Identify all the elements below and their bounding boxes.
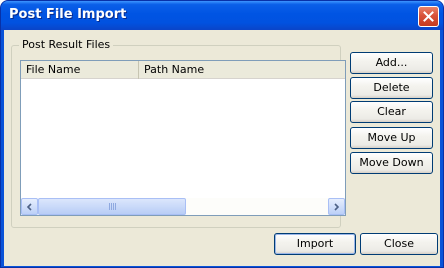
clear-button[interactable]: Clear — [350, 101, 433, 123]
chevron-right-icon — [334, 202, 340, 211]
window-title: Post File Import — [9, 7, 127, 22]
column-header-path-name[interactable]: Path Name — [139, 61, 345, 79]
scroll-thumb[interactable] — [38, 198, 186, 215]
dialog-window: Post File Import Post Result Files File … — [0, 0, 444, 268]
move-down-button[interactable]: Move Down — [350, 152, 433, 174]
column-header-file-name[interactable]: File Name — [21, 61, 139, 79]
delete-button[interactable]: Delete — [350, 77, 433, 99]
window-close-button[interactable] — [418, 6, 439, 27]
dialog-body: Post Result Files File Name Path Name Ad… — [4, 30, 440, 266]
scroll-left-button[interactable] — [21, 198, 38, 215]
import-button[interactable]: Import — [274, 233, 356, 255]
horizontal-scrollbar[interactable] — [21, 198, 345, 215]
move-up-button[interactable]: Move Up — [350, 127, 433, 149]
list-header: File Name Path Name — [21, 61, 345, 79]
scroll-right-button[interactable] — [328, 198, 345, 215]
chevron-left-icon — [26, 202, 32, 211]
title-bar[interactable]: Post File Import — [1, 1, 443, 30]
close-button[interactable]: Close — [360, 233, 438, 255]
grip-icon — [108, 203, 116, 210]
close-icon — [423, 11, 434, 22]
group-label: Post Result Files — [19, 38, 114, 51]
add-button[interactable]: Add... — [350, 52, 433, 74]
file-list[interactable]: File Name Path Name — [20, 60, 346, 216]
